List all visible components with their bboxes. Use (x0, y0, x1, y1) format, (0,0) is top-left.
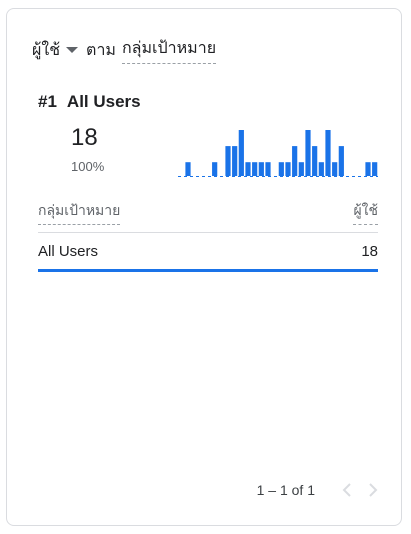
sparkline-bar (212, 162, 218, 176)
top-item-rank: #1 (38, 92, 57, 111)
sparkline-bar (338, 146, 344, 176)
sparkline-bar (312, 146, 318, 176)
metric-column-header[interactable]: ผู้ใช้ (353, 200, 378, 225)
sparkline-chart (178, 130, 378, 177)
dimension-column-header[interactable]: กลุ่มเป้าหมาย (38, 200, 121, 225)
sparkline-bar (318, 162, 324, 176)
by-label: ตาม (86, 41, 116, 59)
row-name: All Users (38, 243, 99, 260)
sparkline-bar (258, 162, 264, 176)
sparkline-bar (305, 130, 311, 176)
sparkline-bar (325, 130, 331, 176)
pagination: 1 – 1 of 1 (257, 480, 383, 500)
sparkline-bar (238, 130, 244, 176)
header-divider (38, 232, 378, 233)
sparkline-bar (245, 162, 251, 176)
top-item-percent: 100% (71, 159, 105, 174)
sparkline-bar (185, 162, 191, 176)
caret-down-icon (66, 47, 79, 53)
sparkline-bar (372, 162, 378, 176)
pagination-range: 1 – 1 of 1 (256, 482, 315, 498)
metric-selector[interactable]: ผู้ใช้ (32, 38, 86, 63)
audience-users-card (6, 8, 402, 526)
sparkline-bar (252, 162, 258, 176)
top-item-value: 18 (71, 124, 98, 151)
chevron-left-icon[interactable] (337, 480, 357, 500)
sparkline-bar (298, 162, 304, 176)
card-header: ผู้ใช้ ตาม กลุ่มเป้าหมาย (32, 36, 217, 64)
top-item-title: #1 All Users (38, 92, 141, 112)
table-header: กลุ่มเป้าหมาย ผู้ใช้ (38, 200, 378, 226)
chevron-right-icon[interactable] (363, 480, 383, 500)
sparkline-bar (265, 162, 271, 176)
row-value: 18 (361, 243, 378, 260)
sparkline-bar (278, 162, 284, 176)
sparkline-bar (292, 146, 298, 176)
sparkline-bar (332, 162, 338, 176)
top-item-name: All Users (66, 92, 141, 111)
sparkline-bar (232, 146, 238, 176)
sparkline-bar (225, 146, 231, 176)
table-row[interactable]: All Users 18 (38, 243, 378, 265)
sparkline-bar (365, 162, 371, 176)
metric-label: ผู้ใช้ (32, 41, 61, 59)
sparkline-bar (285, 162, 291, 176)
row-share-bar (38, 269, 378, 272)
dimension-selector[interactable]: กลุ่มเป้าหมาย (121, 36, 217, 64)
